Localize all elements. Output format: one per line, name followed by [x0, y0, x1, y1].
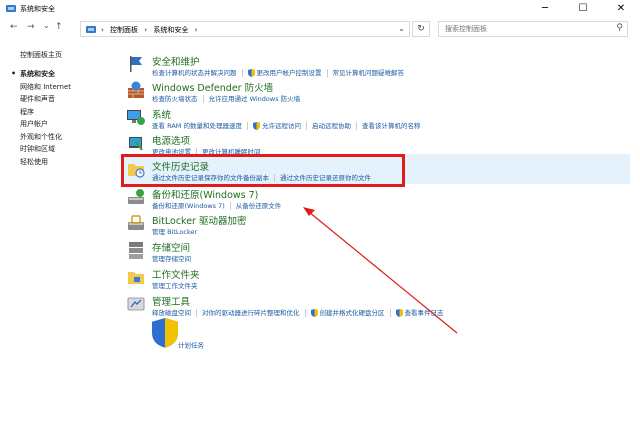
- annotation-arrow: [303, 207, 458, 334]
- annotation-arrowhead: [303, 207, 315, 216]
- annotation-arrow-line: [308, 211, 458, 334]
